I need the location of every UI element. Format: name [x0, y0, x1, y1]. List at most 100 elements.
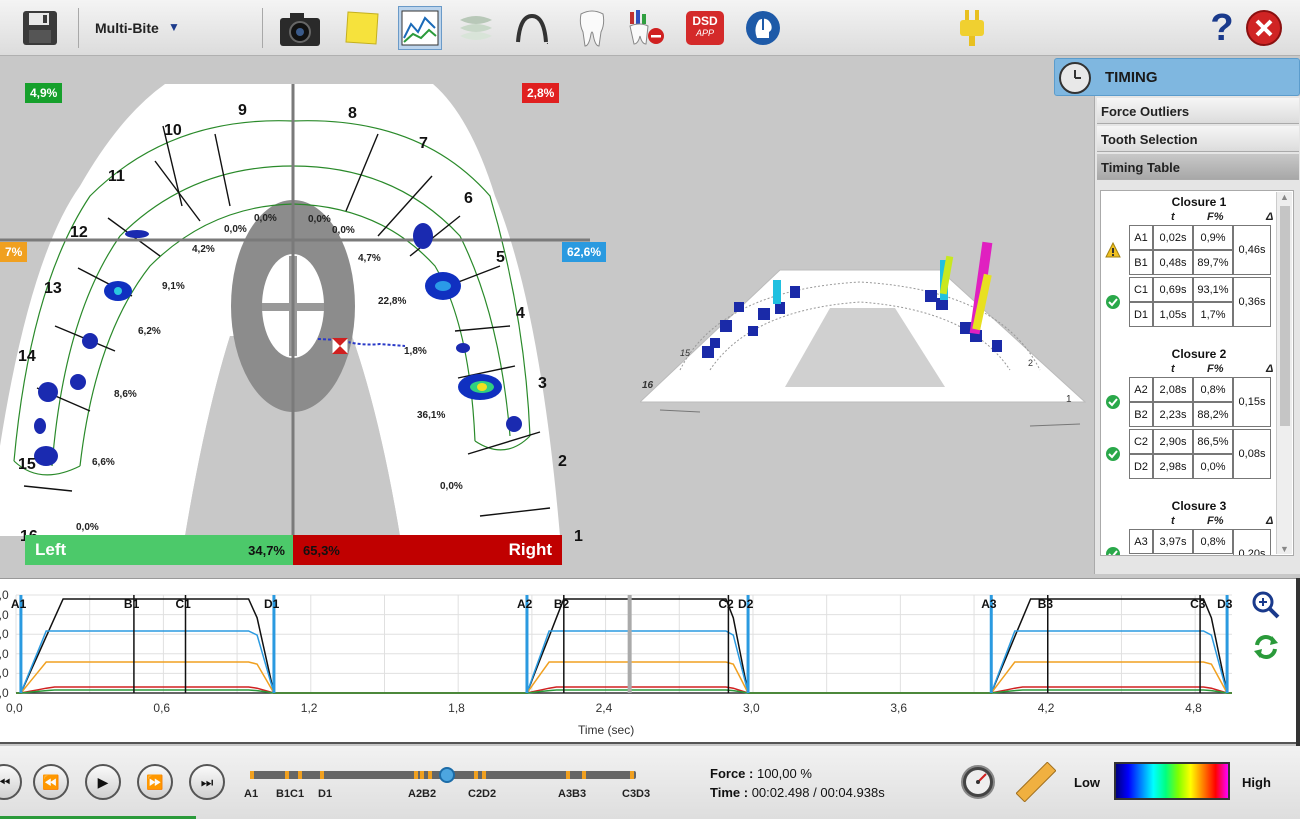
help-glyph: ?	[1210, 6, 1234, 49]
timing-row-t: 2,23s	[1153, 402, 1193, 427]
force-color-legend	[1114, 762, 1230, 800]
scroll-up-icon[interactable]: ▲	[1280, 192, 1289, 202]
tooth-number: 15	[18, 456, 36, 473]
plug-icon[interactable]	[950, 6, 994, 50]
left-anterior-badge: 4,9%	[25, 83, 63, 103]
force-outliers-section[interactable]: Force Outliers	[1097, 98, 1299, 124]
event-label: A1	[10, 597, 27, 611]
slider-event-mark	[420, 771, 424, 779]
timing-delta: 0,15s	[1233, 377, 1271, 427]
fast-forward-button[interactable]: ⏩	[137, 764, 173, 800]
tooth-percentage: 0,0%	[254, 213, 277, 224]
graph-plot[interactable]	[0, 579, 1300, 745]
timing-row-t: 0,48s	[1153, 250, 1193, 275]
tooth-number: 8	[348, 105, 357, 122]
skip-end-button[interactable]: ⏭	[189, 764, 225, 800]
head-profile-icon[interactable]	[741, 6, 785, 50]
x-tick-label: 3,6	[890, 701, 908, 715]
rewind-button[interactable]: ⏪	[33, 764, 69, 800]
y-tick-label: 1,0	[0, 666, 9, 681]
scrollbar-thumb[interactable]	[1280, 206, 1290, 426]
time-value: 00:02.498 / 00:04.938s	[751, 785, 885, 800]
legend-high-label: High	[1242, 775, 1271, 790]
left-force-curve	[16, 661, 1232, 694]
check-icon	[1105, 446, 1121, 462]
event-label: D2	[738, 597, 754, 611]
event-label: C3	[1190, 597, 1206, 611]
tooth-percentage: 6,2%	[138, 326, 161, 337]
timeline-slider-thumb[interactable]	[439, 767, 455, 783]
arch-3d-view[interactable]: 15 16 2 1	[640, 230, 1090, 430]
timing-panel-header[interactable]: TIMING	[1054, 58, 1300, 96]
col-f-header: F%	[1207, 515, 1224, 527]
tooth-percentage: 22,8%	[378, 296, 406, 307]
mode-dropdown-label[interactable]: Multi-Bite	[95, 20, 159, 36]
x-tick-label: 1,8	[448, 701, 465, 715]
skip-start-button[interactable]: ⏮	[0, 764, 22, 800]
ruler-icon[interactable]	[1015, 761, 1057, 807]
timing-row-t: 0,02s	[1153, 225, 1193, 250]
event-label: A2	[516, 597, 533, 611]
slider-event-mark	[414, 771, 418, 779]
timing-row-f: 88,2%	[1193, 402, 1233, 427]
warning-icon	[1105, 241, 1121, 258]
zoom-icon[interactable]	[1252, 591, 1280, 624]
toolbar: Multi-Bite ▼ . DSD APP ?	[0, 0, 1300, 56]
timing-table-section[interactable]: Timing Table	[1097, 154, 1299, 180]
left-side-badge: 7%	[0, 242, 28, 262]
slider-event-label: A1	[244, 788, 259, 800]
gauge-icon[interactable]	[960, 764, 996, 805]
force-readout: Force : 100,00 %	[710, 766, 812, 781]
tooth-remove-icon[interactable]	[624, 6, 668, 50]
help-icon[interactable]: ?	[1200, 6, 1244, 50]
check-icon	[1105, 546, 1121, 555]
y-tick-label: 1,0	[0, 686, 9, 700]
slider-event-mark	[630, 771, 634, 779]
graph-view-icon[interactable]	[398, 6, 442, 50]
timing-row-t: 3,97s	[1153, 529, 1193, 554]
closure-title: Closure 1	[1171, 195, 1227, 209]
timing-scrollbar[interactable]: ▲ ▼	[1276, 192, 1292, 554]
timing-row-t: 2,98s	[1153, 454, 1193, 479]
force-time-graph[interactable]: 1,01,01,01,01,01,00,00,61,21,82,43,03,64…	[0, 578, 1300, 744]
dsd-app-button[interactable]: DSD APP	[683, 6, 727, 50]
toolbar-separator	[262, 8, 263, 48]
refresh-icon[interactable]	[1252, 633, 1280, 666]
col-delta-header: Δ	[1266, 211, 1274, 223]
save-icon[interactable]	[18, 6, 62, 50]
x-tick-label: 3,0	[742, 701, 760, 715]
tooth-selection-section[interactable]: Tooth Selection	[1097, 126, 1299, 152]
left-value: 34,7%	[248, 543, 285, 558]
timing-row-name: D1	[1129, 302, 1153, 327]
tooth-icon[interactable]	[570, 6, 614, 50]
playback-bar: ⏮ ⏪ ▶ ⏩ ⏭ A1 B1C1 D1 A2B2 C2D2 A3B3 C3D3 Force…	[0, 746, 1300, 819]
chevron-down-icon[interactable]: ▼	[168, 20, 180, 34]
closure-title: Closure 3	[1171, 499, 1227, 513]
timing-row-name: B1	[1129, 250, 1153, 275]
layers-icon[interactable]	[454, 6, 498, 50]
timing-row-f: 86,5%	[1193, 429, 1233, 454]
timing-row-f: 93,1%	[1193, 277, 1233, 302]
scroll-down-icon[interactable]: ▼	[1280, 544, 1289, 554]
timing-row-name: A2	[1129, 377, 1153, 402]
y-tick-label: 1,0	[0, 607, 9, 622]
svg-text:.: .	[546, 36, 549, 46]
play-button[interactable]: ▶	[85, 764, 121, 800]
tooth-percentage: 0,0%	[308, 214, 331, 225]
camera-icon[interactable]	[278, 6, 322, 50]
note-icon[interactable]	[340, 6, 384, 50]
col-delta-header: Δ	[1266, 515, 1274, 527]
col-t-header: t	[1171, 211, 1175, 223]
tooth-percentage: 0,0%	[224, 224, 247, 235]
slider-event-mark	[482, 771, 486, 779]
col-t-header: t	[1171, 515, 1175, 527]
slider-event-mark	[320, 771, 324, 779]
total-force-curve	[16, 598, 1232, 694]
arch-curve-icon[interactable]: .	[510, 6, 554, 50]
right-side-badge: 62,6%	[562, 242, 607, 262]
timing-row-name: D2	[1129, 454, 1153, 479]
close-icon[interactable]	[1242, 6, 1286, 50]
slider-event-label: D1	[318, 788, 333, 800]
arch-2d-view[interactable]: 98107116125134143152161 0,0%0,0%0,0%0,0%…	[0, 56, 590, 576]
right-label: Right	[508, 540, 552, 559]
